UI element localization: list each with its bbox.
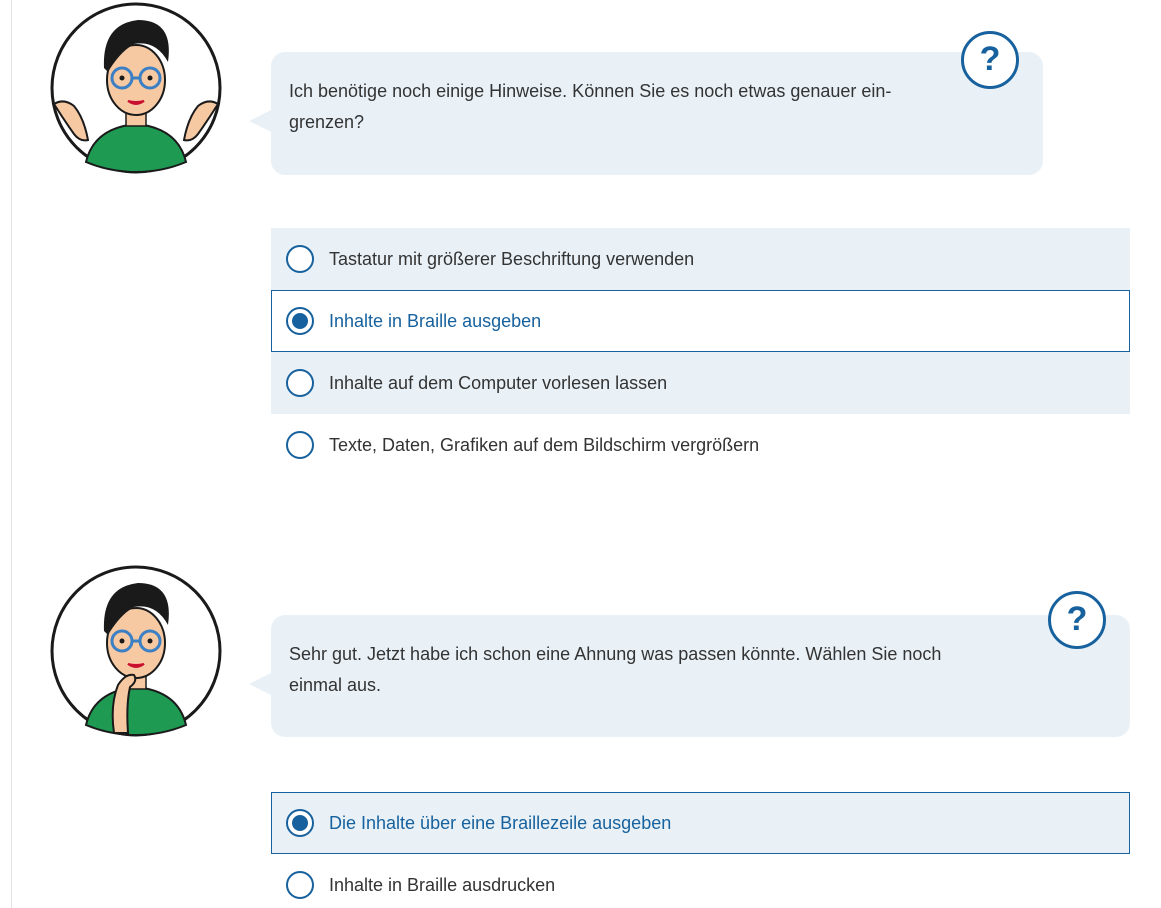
assistant-message-bubble: Sehr gut. Jetzt habe ich schon eine Ahnu…	[249, 615, 1130, 737]
option-label: Inhalte auf dem Computer vorlesen lassen	[329, 372, 668, 393]
option-braille-print[interactable]: Inhalte in Braille ausdrucken	[271, 854, 1130, 908]
assistant-message-line: Ich benötige noch einige Hinweise. Könne…	[289, 81, 892, 101]
assistant-avatar-shrugging	[50, 2, 222, 174]
assistant-avatar-thinking	[50, 565, 222, 737]
radio-unchecked-icon[interactable]	[286, 369, 314, 397]
question-circle-icon: ?	[979, 40, 1001, 78]
radio-checked-icon[interactable]	[286, 809, 314, 837]
radio-checked-icon[interactable]	[286, 307, 314, 335]
option-braille-output[interactable]: Inhalte in Braille ausgeben	[271, 290, 1130, 352]
assistant-message-bubble: Ich benötige noch einige Hinweise. Könne…	[249, 52, 1043, 175]
radio-unchecked-icon[interactable]	[286, 871, 314, 899]
question-circle-icon: ?	[1066, 600, 1088, 638]
page-left-border	[11, 0, 12, 908]
option-label: Texte, Daten, Grafiken auf dem Bildschir…	[329, 434, 760, 455]
option-label: Die Inhalte über eine Braillezeile ausge…	[329, 812, 672, 833]
answer-options-group: Die Inhalte über eine Braillezeile ausge…	[271, 792, 1130, 908]
assistant-message-line: einmal aus.	[289, 675, 382, 695]
option-screen-magnification[interactable]: Texte, Daten, Grafiken auf dem Bildschir…	[271, 414, 1130, 476]
assistant-thinking-illustration	[50, 565, 222, 737]
assistant-shrug-illustration	[50, 2, 222, 174]
assistant-message-line: Sehr gut. Jetzt habe ich schon eine Ahnu…	[289, 644, 942, 664]
assistant-message-line: grenzen?	[289, 112, 365, 132]
help-button[interactable]: ?	[1048, 591, 1106, 649]
option-label: Tastatur mit größerer Beschriftung verwe…	[329, 248, 695, 269]
option-braille-display[interactable]: Die Inhalte über eine Braillezeile ausge…	[271, 792, 1130, 854]
radio-unchecked-icon[interactable]	[286, 245, 314, 273]
radio-dot	[292, 313, 308, 329]
radio-dot	[292, 815, 308, 831]
option-label: Inhalte in Braille ausgeben	[329, 310, 542, 331]
answer-options-group: Tastatur mit größerer Beschriftung verwe…	[271, 228, 1130, 476]
option-label: Inhalte in Braille ausdrucken	[329, 874, 556, 895]
help-button[interactable]: ?	[961, 31, 1019, 89]
radio-unchecked-icon[interactable]	[286, 431, 314, 459]
option-larger-keyboard-labels[interactable]: Tastatur mit größerer Beschriftung verwe…	[271, 228, 1130, 290]
option-read-aloud[interactable]: Inhalte auf dem Computer vorlesen lassen	[271, 352, 1130, 414]
